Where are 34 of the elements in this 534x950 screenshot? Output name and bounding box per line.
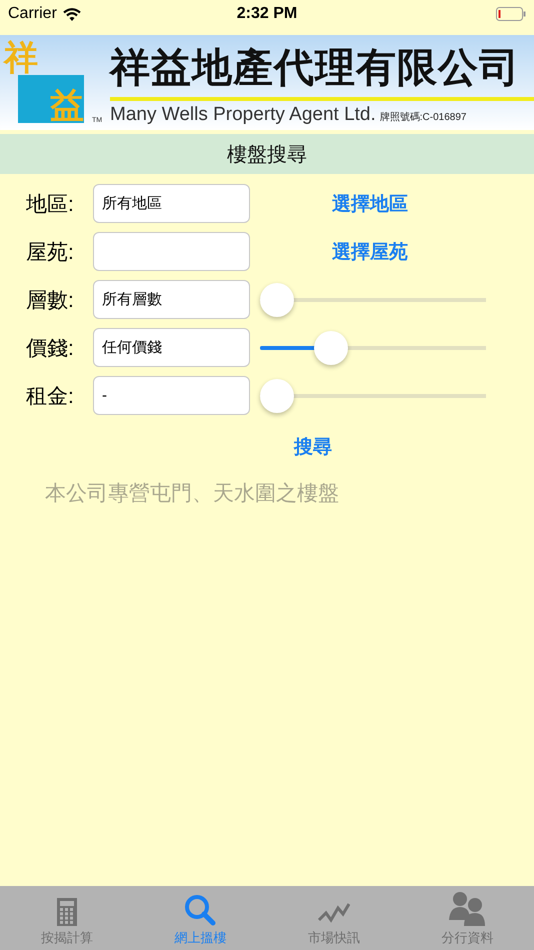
slider-thumb[interactable] <box>260 282 294 316</box>
input-field[interactable]: - <box>93 376 250 415</box>
page-title: 樓盤搜尋 <box>227 142 307 168</box>
wifi-icon <box>62 8 81 20</box>
company-english-name: Many Wells Property Agent Ltd. <box>110 104 376 126</box>
battery-icon <box>496 7 526 21</box>
logo-square <box>18 75 84 123</box>
logo-text: 益 <box>50 85 84 128</box>
field-label: 地區: <box>26 192 75 218</box>
tab[interactable]: 分行資料 <box>400 886 534 950</box>
field-label: 屋苑: <box>26 240 75 266</box>
slider-thumb[interactable] <box>314 330 348 364</box>
input-field[interactable]: 所有層數 <box>93 280 250 319</box>
field-label: 價錢: <box>26 336 75 362</box>
select-link[interactable]: 選擇屋苑 <box>332 238 408 264</box>
company-name: 祥益地產代理有限公司 <box>110 44 521 92</box>
license-number: 牌照號碼:C-016897 <box>380 110 466 124</box>
tab[interactable]: 市場快訊 <box>267 886 400 950</box>
input-field[interactable]: 任何價錢 <box>93 328 250 367</box>
input-field[interactable]: 所有地區 <box>93 184 250 223</box>
calculator-icon <box>56 898 77 926</box>
people-icon <box>448 892 486 926</box>
carrier-label: Carrier <box>8 5 57 23</box>
tab[interactable]: 按揭計算 <box>0 886 134 950</box>
note-text: 本公司專營屯門、天水圍之樓盤 <box>45 481 339 507</box>
clock-time: 2:32 PM <box>236 5 298 23</box>
input-field[interactable] <box>93 232 250 271</box>
field-label: 租金: <box>26 384 75 410</box>
field-label: 層數: <box>26 288 75 314</box>
search-icon <box>184 894 216 926</box>
slider-thumb[interactable] <box>260 378 294 412</box>
select-link[interactable]: 選擇地區 <box>332 190 408 216</box>
search-button[interactable]: 搜尋 <box>294 434 332 460</box>
logo-text: 祥 <box>4 37 38 80</box>
